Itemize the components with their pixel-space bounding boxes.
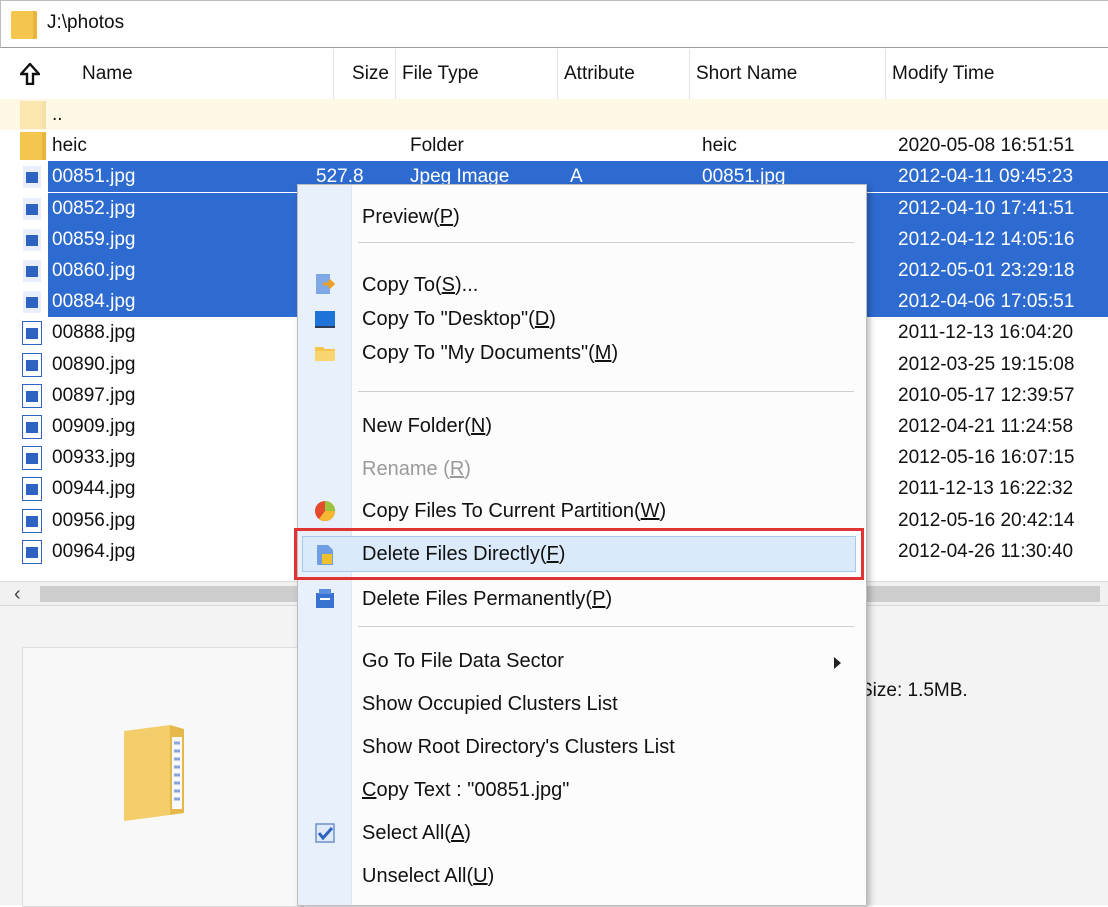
sort-up-arrow-icon[interactable]: [20, 63, 40, 85]
image-file-icon: [22, 165, 42, 190]
cell-modify: 2012-05-01 23:29:18: [898, 260, 1075, 281]
menu-item-go-to-file-data-sector[interactable]: Go To File Data Sector: [362, 646, 564, 676]
cell-name: 00890.jpg: [52, 353, 136, 375]
column-modify-time[interactable]: Modify Time: [886, 49, 1108, 99]
cell-modify: 2012-04-10 17:41:51: [898, 197, 1075, 219]
cell-name: 00909.jpg: [52, 416, 136, 437]
cell-name: 00852.jpg: [52, 197, 136, 219]
path-text: J:\photos: [47, 12, 125, 33]
cell-modify: 2020-05-08 16:51:51: [898, 135, 1075, 157]
image-file-icon: [22, 259, 42, 283]
checkbox-checked-icon: [315, 823, 335, 843]
cell-name: 00888.jpg: [52, 322, 136, 344]
cell-name: 00944.jpg: [52, 478, 136, 500]
cell-modify: 2012-05-16 16:07:15: [898, 447, 1075, 469]
cell-name: 00851.jpg: [52, 166, 136, 188]
image-file-icon: [22, 383, 42, 408]
parent-directory-row[interactable]: ..: [0, 99, 1108, 130]
cell-modify: 2011-12-13 16:04:20: [898, 322, 1074, 344]
column-short-name[interactable]: Short Name: [690, 49, 886, 99]
cell-name: 00884.jpg: [52, 291, 136, 313]
cell-modify: 2012-05-16 20:42:14: [898, 509, 1075, 531]
scroll-left-icon[interactable]: ‹: [14, 582, 21, 606]
menu-item-rename: Rename (R): [362, 458, 471, 480]
copy-to-icon: [316, 274, 336, 294]
image-file-icon: [22, 446, 42, 471]
cell-short: heic: [702, 135, 737, 157]
cell-modify: 2012-04-26 11:30:40: [898, 540, 1074, 562]
menu-item-copy-text[interactable]: Copy Text : "00851.jpg": [362, 775, 569, 805]
image-file-icon: [22, 290, 42, 315]
menu-item-copy-files-to-partition[interactable]: Copy Files To Current Partition(W): [362, 496, 666, 526]
column-attribute[interactable]: Attribute: [558, 49, 690, 99]
cell-name: 00897.jpg: [52, 384, 136, 406]
menu-item-copy-to[interactable]: Copy To(S)...: [362, 270, 478, 300]
cell-name: 00933.jpg: [52, 447, 136, 469]
image-file-icon: [22, 415, 42, 439]
image-file-icon: [22, 539, 42, 564]
cell-name: 00964.jpg: [52, 540, 136, 562]
cell-name: 00956.jpg: [52, 509, 136, 531]
menu-item-new-folder[interactable]: New Folder(N): [362, 411, 492, 441]
cell-name: 00860.jpg: [52, 260, 136, 281]
folder-row[interactable]: heic Folder heic 2020-05-08 16:51:51: [0, 130, 1108, 161]
image-file-icon: [22, 477, 42, 502]
cell-modify: 2012-04-12 14:05:16: [898, 228, 1075, 250]
menu-item-copy-to-desktop[interactable]: Copy To "Desktop"(D): [362, 304, 556, 334]
image-file-icon: [22, 508, 42, 533]
size-info: Size: 1.5MB.: [860, 680, 968, 701]
menu-item-select-all[interactable]: Select All(A): [362, 818, 471, 848]
menu-separator: [358, 391, 854, 392]
column-header: Name Size File Type Attribute Short Name…: [0, 49, 1108, 99]
cell-type: Folder: [410, 135, 464, 157]
menu-item-preview[interactable]: Preview(P): [362, 202, 460, 232]
cell-modify: 2012-03-25 19:15:08: [898, 353, 1075, 375]
cell-modify: 2012-04-11 09:45:23: [898, 166, 1074, 188]
menu-item-show-occupied-clusters[interactable]: Show Occupied Clusters List: [362, 689, 618, 719]
submenu-arrow-icon: [834, 657, 841, 669]
cell-name: 00859.jpg: [52, 228, 136, 250]
folder-icon: [11, 11, 37, 39]
delete-permanently-icon: [316, 589, 334, 608]
image-file-icon: [22, 352, 42, 377]
cell-modify: 2010-05-17 12:39:57: [898, 384, 1075, 406]
cell-modify: 2012-04-06 17:05:51: [898, 291, 1075, 313]
cell-name: ..: [52, 104, 63, 125]
partition-pie-icon: [315, 501, 335, 521]
highlight-annotation-box: [294, 528, 864, 580]
column-file-type[interactable]: File Type: [396, 49, 558, 99]
menu-separator: [358, 626, 854, 627]
cell-modify: 2011-12-13 16:22:32: [898, 478, 1074, 500]
column-size[interactable]: Size: [334, 49, 396, 99]
folder-icon: [20, 132, 46, 161]
image-file-icon: [22, 321, 42, 346]
cell-name: heic: [52, 135, 87, 157]
folder-icon: [20, 101, 46, 129]
cell-modify: 2012-04-21 11:24:58: [898, 416, 1074, 437]
path-bar[interactable]: J:\photos: [0, 0, 1108, 48]
image-file-icon: [22, 227, 42, 252]
menu-item-copy-to-my-documents[interactable]: Copy To "My Documents"(M): [362, 338, 618, 368]
image-file-icon: [22, 196, 42, 221]
menu-item-unselect-all[interactable]: Unselect All(U): [362, 861, 494, 891]
menu-item-show-root-directory-clusters[interactable]: Show Root Directory's Clusters List: [362, 732, 675, 762]
desktop-icon: [315, 311, 335, 328]
menu-separator: [358, 242, 854, 243]
menu-item-delete-files-permanently[interactable]: Delete Files Permanently(P): [362, 584, 612, 614]
large-folder-icon: [124, 725, 184, 821]
column-name[interactable]: Name: [76, 49, 334, 99]
my-documents-folder-icon: [315, 347, 335, 361]
